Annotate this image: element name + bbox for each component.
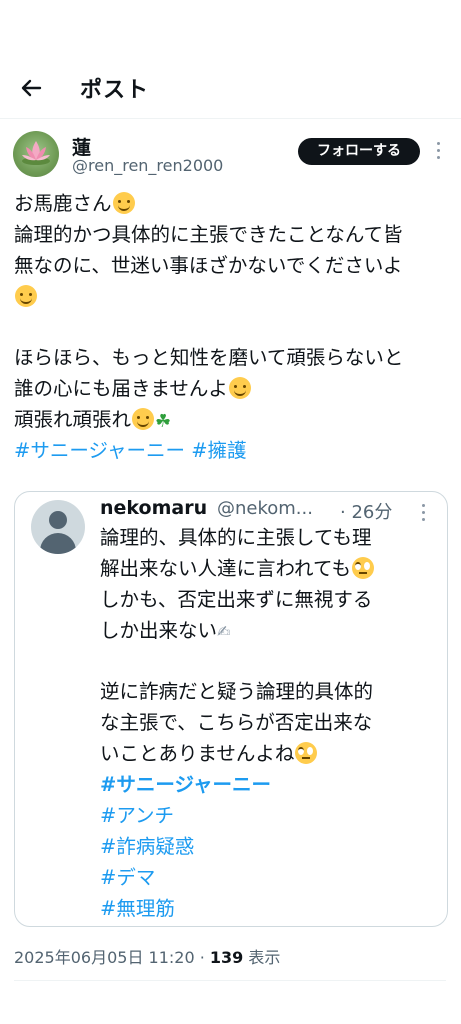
text-segment: いことありませんよね <box>100 742 295 765</box>
text-line <box>14 281 454 312</box>
quoted-user-handle[interactable]: @nekom... <box>217 498 313 519</box>
eye-roll-emoji-icon <box>351 557 374 579</box>
page-title: ポスト <box>80 78 150 103</box>
smiling-face-emoji-icon <box>228 377 251 399</box>
text-segment: 頑張れ頑張れ <box>14 408 132 431</box>
writing-hand-emoji-icon: ✍ <box>217 622 231 641</box>
text-line: お馬鹿さん <box>14 188 454 219</box>
four-leaf-clover-icon: ☘ <box>155 411 172 432</box>
text-segment: 解出来ない人達に言われても <box>100 557 351 580</box>
eye-roll-emoji-icon <box>295 742 318 764</box>
view-count: 139 <box>209 948 244 967</box>
post-meta: 2025年06月05日 11:20 · 139 表示 <box>14 944 280 968</box>
hashtag-link[interactable]: #詐病疑惑 <box>100 832 435 863</box>
text-line: しかも、否定出来ずに無視する <box>100 588 373 611</box>
quoted-more-options-button[interactable] <box>417 503 431 523</box>
avatar[interactable] <box>13 131 59 177</box>
quoted-post[interactable]: nekomaru @nekom... · 26分 論理的、具体的に主張しても理 … <box>14 491 448 927</box>
text-line: 論理的、具体的に主張しても理 <box>100 526 372 549</box>
hashtag-link[interactable]: #無理筋 <box>100 894 435 925</box>
text-segment: しか出来ない <box>100 619 218 642</box>
post-datetime[interactable]: 2025年06月05日 11:20 · <box>14 948 205 967</box>
smiling-face-emoji-icon <box>15 285 37 307</box>
text-line: しか出来ない✍ <box>100 616 435 647</box>
follow-button[interactable]: フォローする <box>298 138 420 165</box>
quoted-post-text: 論理的、具体的に主張しても理 解出来ない人達に言われても しかも、否定出来ずに無… <box>100 523 435 925</box>
hashtag-link[interactable]: #デマ <box>100 863 435 894</box>
more-options-button[interactable] <box>432 140 446 162</box>
smiling-face-emoji-icon <box>112 192 135 214</box>
post-text: お馬鹿さん 論理的かつ具体的に主張できたことなんて皆 無なのに、世迷い事ほざかな… <box>14 188 454 466</box>
text-line: 解出来ない人達に言われても <box>100 554 435 585</box>
hashtag-link[interactable]: #サニージャーニー <box>100 770 435 801</box>
text-line: ほらほら、もっと知性を磨いて頑張らないと <box>14 346 404 369</box>
quoted-avatar[interactable] <box>31 500 85 554</box>
text-line: いことありませんよね <box>100 739 435 770</box>
hashtag-line: #サニージャーニー #擁護 <box>14 435 454 466</box>
text-line: 誰の心にも届きませんよ <box>14 373 454 404</box>
arrow-left-icon <box>21 79 42 97</box>
view-label: 表示 <box>248 948 281 967</box>
smiling-face-emoji-icon <box>132 408 155 430</box>
text-line: 逆に詐病だと疑う論理的具体的 <box>100 680 374 703</box>
lotus-icon <box>22 141 50 165</box>
quoted-display-name[interactable]: nekomaru <box>100 497 207 519</box>
hashtag-link[interactable]: #アンチ <box>100 801 435 832</box>
user-handle[interactable]: @ren_ren_ren2000 <box>72 156 223 175</box>
hashtag-link[interactable]: #サニージャーニー <box>14 439 185 462</box>
text-line: 頑張れ頑張れ ☘ <box>14 404 454 435</box>
back-button[interactable] <box>18 74 46 102</box>
text-segment: お馬鹿さん <box>14 192 112 215</box>
text-line: 無なのに、世迷い事ほざかないでくださいよ <box>14 254 403 277</box>
text-segment: 誰の心にも届きませんよ <box>14 377 228 400</box>
quoted-timestamp: · 26分 <box>340 502 393 523</box>
text-line: な主張で、こちらが否定出来な <box>100 711 373 734</box>
divider <box>14 980 446 981</box>
hashtag-link[interactable]: #擁護 <box>191 439 246 462</box>
top-bar: ポスト <box>0 60 461 119</box>
text-line: 論理的かつ具体的に主張できたことなんて皆 <box>14 223 403 246</box>
hashtag-text: #サニージャーニー <box>100 773 271 796</box>
